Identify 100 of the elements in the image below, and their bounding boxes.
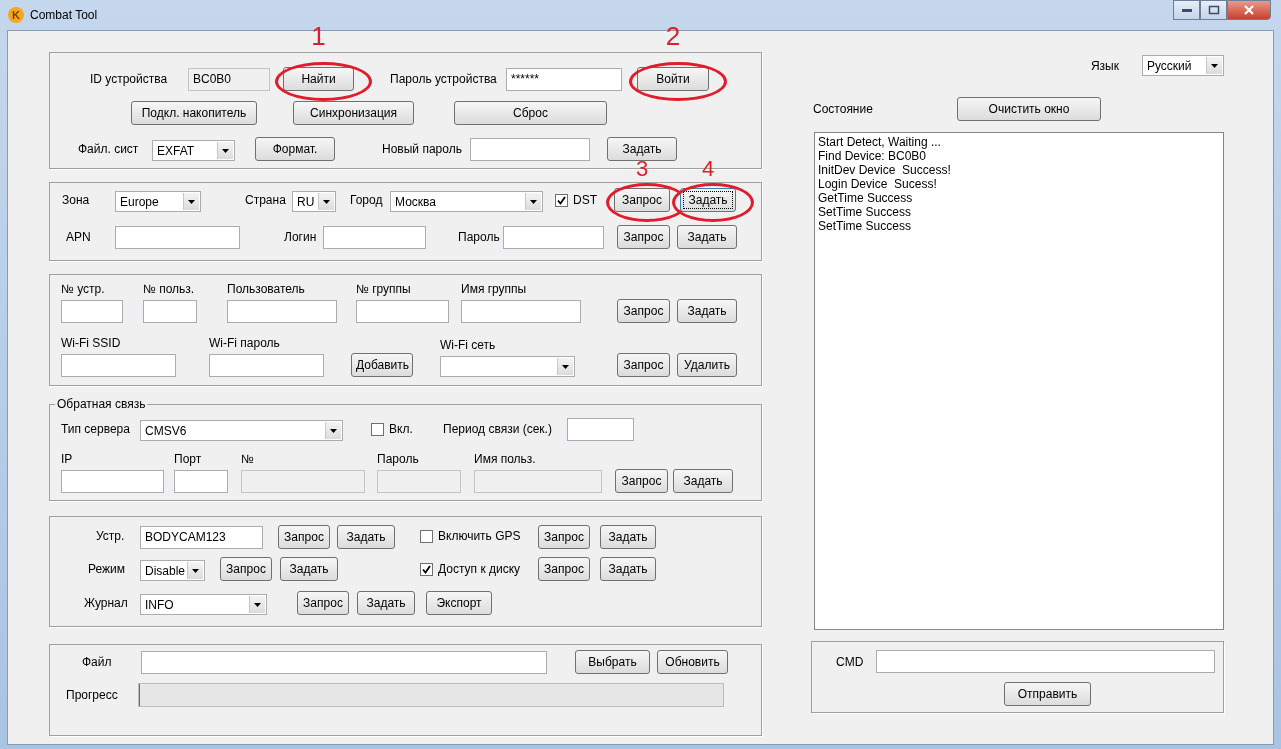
status-label: Состояние	[813, 102, 874, 116]
checkbox[interactable]: Включить GPS	[420, 529, 530, 543]
input-field[interactable]	[503, 226, 604, 249]
close-button[interactable]	[1227, 0, 1271, 20]
language-dropdown[interactable]: Русский	[1142, 55, 1224, 76]
dropdown[interactable]: Москва	[390, 191, 543, 212]
action-button[interactable]: Удалить	[677, 353, 737, 377]
input-field[interactable]	[209, 354, 324, 377]
input-field[interactable]	[227, 300, 337, 323]
maximize-button[interactable]	[1200, 0, 1227, 20]
caret-icon	[254, 602, 261, 607]
action-button[interactable]: Задать	[680, 188, 736, 212]
action-button[interactable]: Задать	[357, 591, 415, 615]
log-line: Login Device Sucess!	[818, 177, 938, 191]
close-icon	[1243, 5, 1255, 15]
check-icon	[422, 564, 431, 574]
field-label: IP	[61, 452, 74, 466]
field-label: APN	[66, 230, 92, 244]
action-button[interactable]: Запрос	[538, 525, 590, 549]
input-field[interactable]	[174, 470, 228, 493]
input-field[interactable]	[143, 300, 197, 323]
dropdown[interactable]: Europe	[115, 191, 201, 212]
dropdown[interactable]: Disable	[140, 560, 205, 581]
action-button[interactable]: Синхронизация	[293, 101, 414, 125]
dropdown[interactable]: CMSV6	[140, 420, 343, 441]
action-button[interactable]: Запрос	[614, 188, 670, 212]
field-label: Язык	[1090, 58, 1119, 73]
input-field[interactable]	[61, 470, 164, 493]
field-label: № устр.	[61, 282, 106, 296]
action-button[interactable]: Запрос	[617, 299, 670, 323]
field-label: Имя польз.	[474, 452, 537, 466]
input-field[interactable]	[470, 138, 590, 161]
field-label: №	[241, 452, 255, 466]
action-button[interactable]: Сброс	[454, 101, 607, 125]
field-label: № группы	[356, 282, 412, 296]
command-field[interactable]	[876, 650, 1215, 673]
dropdown[interactable]	[440, 356, 575, 377]
action-button[interactable]: Запрос	[617, 353, 670, 377]
maximize-icon	[1207, 5, 1220, 15]
input-field[interactable]	[356, 300, 449, 323]
dropdown[interactable]: INFO	[140, 594, 267, 615]
action-button[interactable]: Задать	[600, 525, 656, 549]
annotation-number: 3	[635, 158, 649, 180]
action-button[interactable]: Запрос	[297, 591, 349, 615]
checkbox[interactable]: DST	[555, 193, 605, 207]
caret-icon	[188, 199, 195, 204]
field-label: Тип сервера	[61, 422, 131, 436]
input-field[interactable]: BODYCAM123	[140, 526, 263, 549]
action-button[interactable]: Запрос	[615, 469, 668, 493]
action-button[interactable]: Запрос	[278, 525, 330, 549]
input-field[interactable]	[61, 354, 176, 377]
check-icon	[557, 195, 566, 205]
caret-icon	[323, 199, 330, 204]
field-label: Прогресс	[66, 688, 119, 702]
field-label: Файл. сист	[78, 142, 140, 156]
input-field[interactable]	[323, 226, 426, 249]
input-field[interactable]: ******	[506, 68, 622, 91]
input-field[interactable]	[61, 300, 123, 323]
action-button[interactable]: Задать	[600, 557, 656, 581]
action-button[interactable]: Войти	[637, 67, 709, 91]
dropdown[interactable]: RU	[292, 191, 336, 212]
action-button[interactable]: Подкл. накопитель	[131, 101, 257, 125]
field-label: Пользователь	[227, 282, 306, 296]
action-button[interactable]: Задать	[673, 469, 733, 493]
action-button[interactable]: Найти	[283, 67, 354, 91]
action-button[interactable]: Выбрать	[575, 650, 650, 674]
clear-button[interactable]: Очистить окно	[957, 97, 1101, 121]
action-button[interactable]: Задать	[337, 525, 395, 549]
checkbox[interactable]: Вкл.	[371, 422, 421, 436]
action-button[interactable]: Запрос	[617, 225, 670, 249]
action-button[interactable]: Задать	[677, 299, 737, 323]
action-button[interactable]: Задать	[677, 225, 737, 249]
action-button[interactable]: Формат.	[255, 137, 335, 161]
input-field[interactable]	[115, 226, 240, 249]
field-label: Пароль	[458, 230, 501, 244]
annotation-number: 1	[311, 23, 326, 49]
action-button[interactable]: Обновить	[657, 650, 728, 674]
send-button[interactable]: Отправить	[1004, 682, 1091, 706]
minimize-button[interactable]	[1173, 0, 1200, 20]
action-button[interactable]: Запрос	[538, 557, 590, 581]
action-button[interactable]: Добавить	[351, 353, 413, 377]
input-field[interactable]	[141, 651, 547, 674]
action-button[interactable]: Задать	[607, 137, 677, 161]
field-label: Журнал	[84, 596, 129, 610]
minimize-icon	[1180, 7, 1193, 13]
log-line: SetTime Success	[818, 219, 912, 233]
caret-icon	[562, 364, 569, 369]
annotation-number: 2	[665, 23, 681, 49]
action-button[interactable]: Экспорт	[426, 591, 492, 615]
field-label: Режим	[88, 562, 126, 576]
log-line: SetTime Success	[818, 205, 912, 219]
input-field[interactable]	[461, 300, 581, 323]
caret-icon	[1211, 63, 1218, 68]
dropdown[interactable]: EXFAT	[152, 140, 235, 161]
action-button[interactable]: Запрос	[220, 557, 272, 581]
caret-icon	[330, 428, 337, 433]
field-label: № польз.	[143, 282, 196, 296]
input-field[interactable]	[567, 418, 634, 441]
action-button[interactable]: Задать	[280, 557, 338, 581]
checkbox[interactable]: Доступ к диску	[420, 562, 530, 576]
